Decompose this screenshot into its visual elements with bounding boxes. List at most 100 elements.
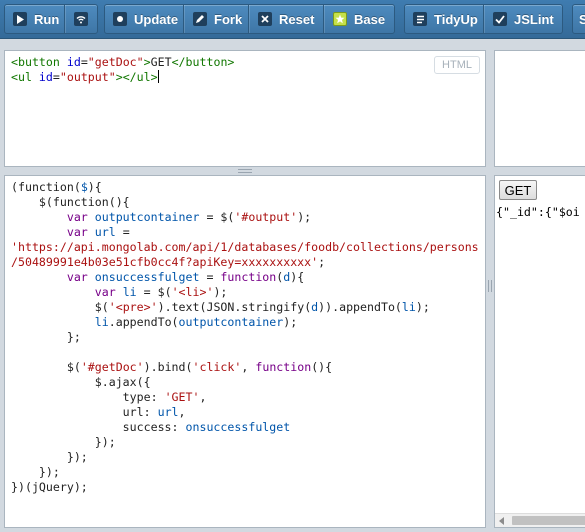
code-token: var	[94, 285, 123, 299]
code-token: 'GET'	[164, 390, 200, 404]
horizontal-resize-handle[interactable]	[238, 169, 252, 173]
code-token: url	[94, 225, 116, 239]
code-token: success:	[11, 420, 186, 434]
base-button[interactable]: Base	[325, 4, 393, 34]
code-token: >	[143, 55, 151, 69]
code-token: '#getDoc'	[80, 360, 144, 374]
code-token: '#output'	[234, 210, 298, 224]
code-line: $.ajax({	[11, 375, 481, 390]
code-token: (){	[311, 360, 333, 374]
code-token: type:	[11, 390, 165, 404]
code-token: url:	[11, 405, 158, 419]
scroll-left-icon[interactable]	[499, 517, 504, 525]
toolbar-divider	[248, 5, 249, 33]
reset-button[interactable]: Reset	[250, 4, 322, 34]
toolbar: Run Update Fork Reset Base TidyUp JSLint…	[0, 0, 585, 39]
result-panel: GET {"_id":{"$oi	[494, 175, 585, 528]
code-token: $(function(){	[11, 195, 130, 209]
code-token: );	[283, 315, 298, 329]
fork-button[interactable]: Fork	[185, 4, 247, 34]
close-icon	[258, 12, 272, 26]
code-line: });	[11, 465, 481, 480]
html-editor[interactable]: <button id="getDoc">GET</button> <ul id="…	[4, 50, 486, 167]
tidyup-button[interactable]: TidyUp	[405, 4, 483, 34]
code-token: '<li>'	[171, 285, 214, 299]
code-token: );	[415, 300, 430, 314]
code-line: $('<pre>').text(JSON.stringify(d)).appen…	[11, 300, 481, 315]
code-token: });	[11, 450, 88, 464]
code-token: var	[66, 225, 95, 239]
code-line: });	[11, 435, 481, 450]
javascript-editor[interactable]: (function($){ $(function(){ var outputco…	[4, 175, 486, 528]
code-token: ></ul>	[115, 70, 158, 84]
run-button[interactable]: Run	[5, 4, 65, 34]
css-editor[interactable]	[494, 50, 585, 167]
code-token: "output"	[59, 70, 116, 84]
code-line: 'https://api.mongolab.com/api/1/database…	[11, 240, 481, 255]
code-token: onsuccessfulget	[94, 270, 200, 284]
check-icon	[493, 12, 507, 26]
fork-label: Fork	[214, 11, 243, 27]
code-token: $(	[11, 360, 81, 374]
code-token: ).bind(	[143, 360, 193, 374]
code-token: <ul	[11, 70, 39, 84]
code-token: "getDoc"	[87, 55, 144, 69]
code-line: $('#getDoc').bind('click', function(){	[11, 360, 481, 375]
code-token: =	[52, 70, 60, 84]
scrollbar-thumb[interactable]	[512, 516, 585, 525]
base-label: Base	[354, 11, 386, 27]
code-token: );	[213, 285, 228, 299]
code-token: });	[11, 465, 60, 479]
code-token: ,	[178, 405, 186, 419]
code-token: li	[401, 300, 416, 314]
code-token: $(	[11, 300, 109, 314]
code-token: );	[297, 210, 312, 224]
run-label: Run	[34, 11, 60, 27]
code-token: };	[11, 330, 81, 344]
html-code[interactable]: <button id="getDoc">GET</button> <ul id="…	[11, 55, 481, 85]
code-token: ){	[290, 270, 305, 284]
code-token: ;	[318, 255, 326, 269]
get-doc-button[interactable]: GET	[499, 180, 537, 200]
lines-icon	[413, 12, 427, 26]
wifi-icon	[74, 12, 88, 26]
share-button[interactable]: S	[573, 4, 585, 34]
vertical-resize-handle[interactable]	[488, 280, 492, 292]
wifi-button[interactable]	[66, 4, 96, 34]
code-token: ,	[199, 390, 207, 404]
code-line: url: url,	[11, 405, 481, 420]
text-cursor	[157, 70, 159, 83]
code-token: outputcontainer	[178, 315, 284, 329]
pencil-icon	[193, 12, 207, 26]
code-line: <ul id="output"></ul>	[11, 70, 481, 85]
code-token: '<pre>'	[108, 300, 158, 314]
jslint-label: JSLint	[514, 11, 554, 27]
code-token: )).appendTo(	[318, 300, 402, 314]
update-label: Update	[134, 11, 179, 27]
code-line: $(function(){	[11, 195, 481, 210]
toolbar-divider	[64, 5, 65, 33]
horizontal-scrollbar[interactable]	[495, 513, 585, 527]
code-token: });	[11, 435, 116, 449]
code-token: onsuccessfulget	[185, 420, 291, 434]
code-line: success: onsuccessfulget	[11, 420, 481, 435]
code-token: /50489991e4b03e51cfb0cc4f?apiKey=xxxxxxx…	[11, 255, 319, 269]
code-token: function	[255, 360, 312, 374]
html-panel-label: HTML	[434, 56, 480, 74]
star-icon	[333, 12, 347, 26]
code-token: =	[115, 225, 130, 239]
update-button[interactable]: Update	[105, 4, 183, 34]
code-line: var li = $('<li>');	[11, 285, 481, 300]
code-token: $	[80, 180, 88, 194]
code-token: })(jQuery);	[11, 480, 88, 494]
code-token: outputcontainer	[94, 210, 200, 224]
jslint-button[interactable]: JSLint	[485, 4, 561, 34]
code-line: <button id="getDoc">GET</button>	[11, 55, 481, 70]
code-token: var	[66, 270, 95, 284]
update-icon	[113, 12, 127, 26]
javascript-code[interactable]: (function($){ $(function(){ var outputco…	[11, 180, 481, 495]
code-line: var onsuccessfulget = function(d){	[11, 270, 481, 285]
